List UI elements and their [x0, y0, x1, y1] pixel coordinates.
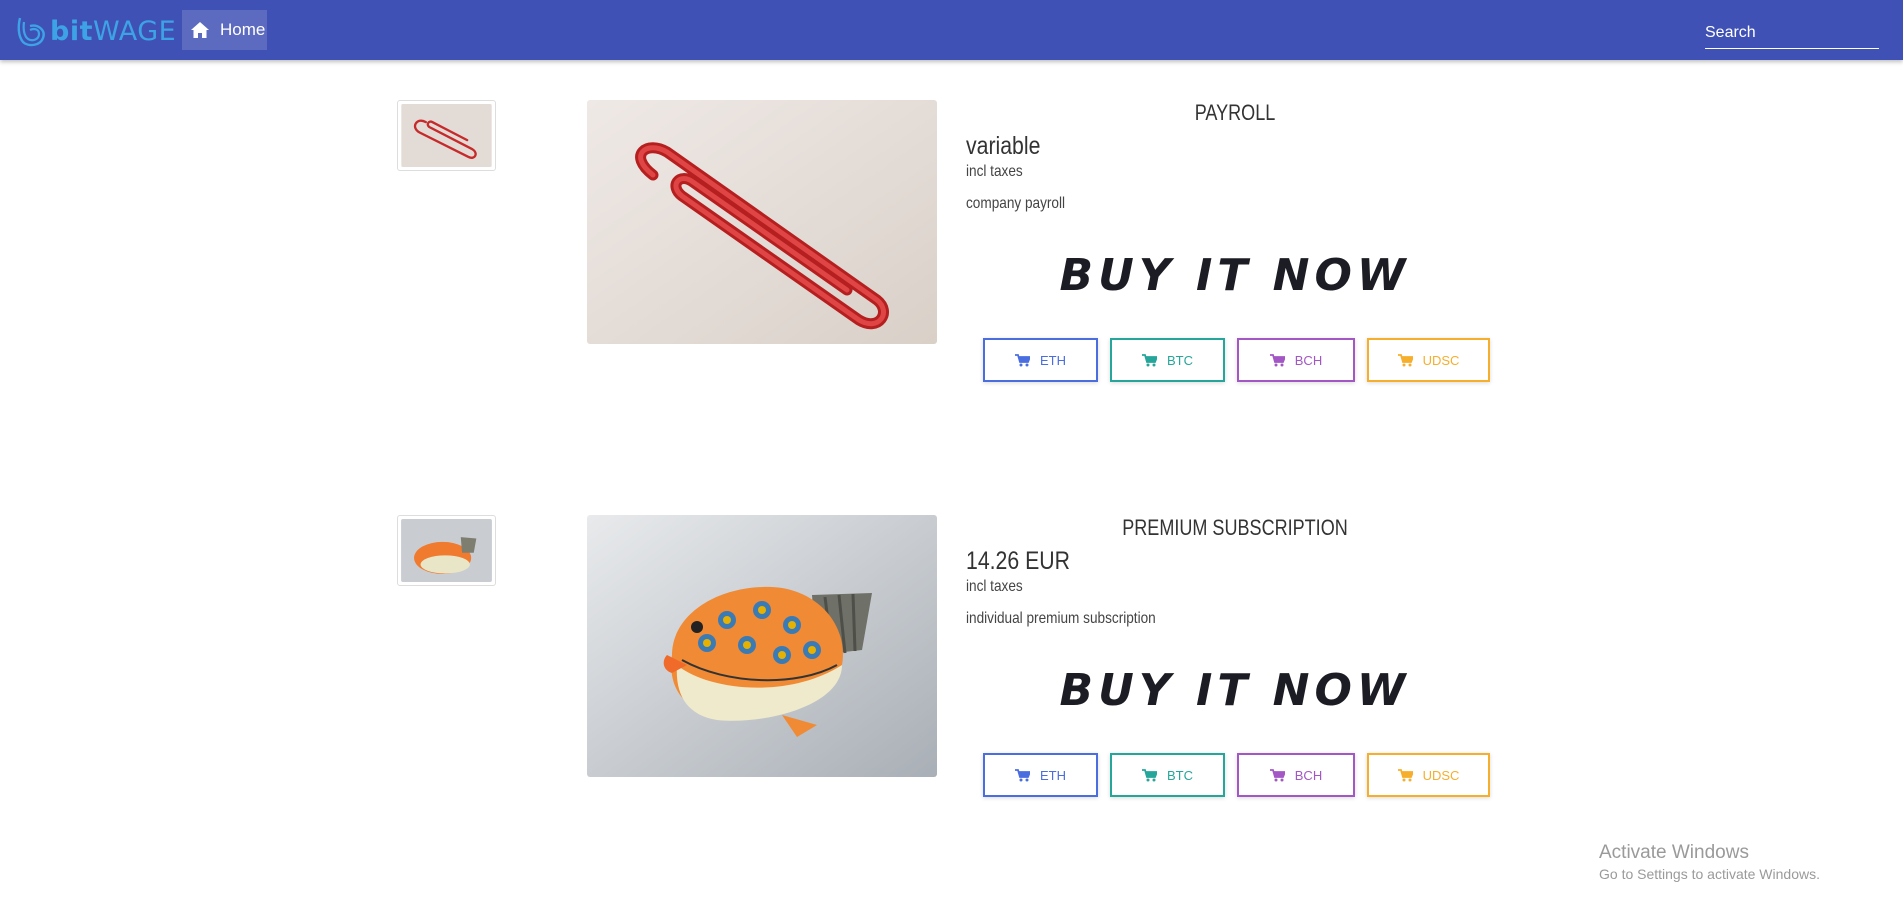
pay-bch-button[interactable]: BCH: [1237, 338, 1355, 382]
pay-eth-button[interactable]: ETH: [983, 338, 1098, 382]
pay-bch-label: BCH: [1294, 767, 1323, 783]
product-title: PREMIUM SUBSCRIPTION: [1122, 515, 1348, 540]
bitwage-logo[interactable]: bitWAGE: [14, 13, 176, 49]
product-price: 14.26 EUR: [966, 547, 1070, 575]
search-input[interactable]: [1705, 18, 1879, 49]
cart-icon: [1015, 768, 1030, 781]
cart-icon: [1142, 353, 1157, 366]
top-navbar: bitWAGE Home: [0, 0, 1903, 60]
tax-note: incl taxes: [966, 163, 1023, 180]
product-title: PAYROLL: [1194, 100, 1276, 125]
pay-btc-button[interactable]: BTC: [1110, 753, 1225, 797]
paperclip-thumbnail-image: [401, 104, 492, 167]
buy-it-now-heading: BUY IT NOW: [1059, 250, 1411, 301]
cart-icon: [1269, 353, 1285, 366]
red-paperclip-image: [587, 100, 937, 344]
product-card-payroll: PAYROLL variable incl taxes company payr…: [0, 100, 1903, 382]
pay-eth-button[interactable]: ETH: [983, 753, 1098, 797]
windows-activation-watermark: Activate Windows Go to Settings to activ…: [1599, 842, 1820, 882]
brand-wage: WAGE: [93, 15, 177, 47]
product-description: company payroll: [966, 195, 1066, 212]
pay-usdc-button[interactable]: UDSC: [1367, 338, 1490, 382]
bitwage-logo-icon: [17, 17, 45, 47]
pay-btc-label: BTC: [1167, 352, 1193, 368]
brand-name: bitWAGE: [50, 16, 176, 47]
brand-bit: bit: [50, 15, 93, 47]
product-image-paperclip: [587, 100, 937, 344]
pay-btc-label: BTC: [1167, 767, 1193, 783]
product-thumbnail[interactable]: [397, 515, 496, 586]
pay-eth-label: ETH: [1040, 767, 1066, 783]
product-description: individual premium subscription: [966, 610, 1156, 627]
cart-icon: [1015, 353, 1030, 366]
watermark-subtitle: Go to Settings to activate Windows.: [1599, 866, 1820, 882]
product-image-fish: [587, 515, 937, 777]
pay-bch-label: BCH: [1294, 352, 1323, 368]
orange-fish-figurine-image: [587, 515, 937, 777]
pay-eth-label: ETH: [1040, 352, 1066, 368]
pay-usdc-label: UDSC: [1422, 767, 1460, 783]
pay-btc-button[interactable]: BTC: [1110, 338, 1225, 382]
pay-usdc-button[interactable]: UDSC: [1367, 753, 1490, 797]
buy-it-now-heading: BUY IT NOW: [1059, 665, 1411, 716]
product-price: variable: [966, 132, 1041, 160]
tax-note: incl taxes: [966, 578, 1023, 595]
fish-thumbnail-image: [401, 519, 492, 582]
product-card-premium-subscription: PREMIUM SUBSCRIPTION 14.26 EUR incl taxe…: [0, 515, 1903, 797]
cart-icon: [1397, 768, 1413, 781]
pay-bch-button[interactable]: BCH: [1237, 753, 1355, 797]
home-icon: [191, 22, 209, 38]
home-label: Home: [220, 20, 266, 39]
cart-icon: [1269, 768, 1285, 781]
cart-icon: [1397, 353, 1413, 366]
cart-icon: [1142, 768, 1157, 781]
home-button[interactable]: Home: [182, 10, 267, 50]
pay-usdc-label: UDSC: [1422, 352, 1460, 368]
product-thumbnail[interactable]: [397, 100, 496, 171]
watermark-title: Activate Windows: [1599, 842, 1749, 863]
